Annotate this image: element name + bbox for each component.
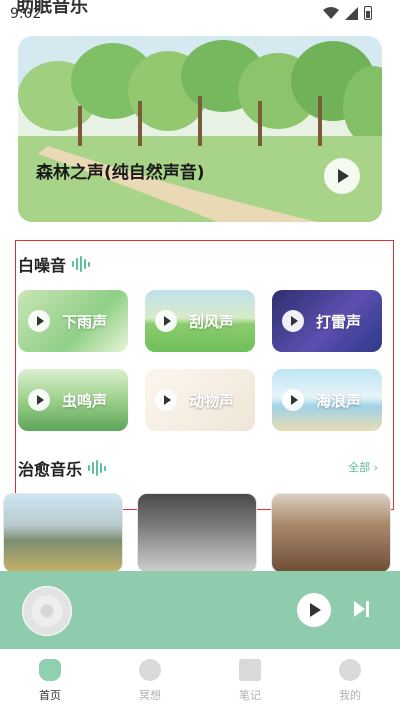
sound-card-waves[interactable]: 海浪声 bbox=[272, 369, 382, 431]
sound-card-label: 动物声 bbox=[189, 392, 235, 410]
hero-banner[interactable]: 森林之声(纯自然声音) bbox=[18, 36, 382, 222]
white-noise-title: 白噪音 bbox=[18, 256, 67, 275]
profile-icon bbox=[339, 659, 361, 681]
battery-icon bbox=[364, 6, 372, 20]
next-track-icon[interactable] bbox=[354, 600, 372, 618]
hero-play-button[interactable] bbox=[324, 158, 360, 194]
sound-card-rain[interactable]: 下雨声 bbox=[18, 290, 128, 352]
notes-icon bbox=[239, 659, 261, 681]
wifi-icon bbox=[323, 7, 339, 19]
sound-card-thunder[interactable]: 打雷声 bbox=[272, 290, 382, 352]
status-bar: 助眠音乐 9:02 bbox=[0, 0, 400, 26]
play-icon[interactable] bbox=[282, 310, 304, 332]
tab-label: 冥想 bbox=[139, 689, 161, 702]
play-icon bbox=[310, 603, 321, 617]
album-disc-icon[interactable] bbox=[22, 586, 72, 636]
music-thumbnail[interactable] bbox=[271, 493, 391, 573]
signal-icon bbox=[345, 6, 358, 20]
tab-label: 笔记 bbox=[239, 689, 261, 702]
healing-music-title: 治愈音乐 bbox=[18, 460, 83, 479]
meditate-icon bbox=[139, 659, 161, 681]
sound-card-label: 海浪声 bbox=[316, 392, 362, 410]
play-icon[interactable] bbox=[155, 389, 177, 411]
section-title-healing-music: 治愈音乐 bbox=[18, 456, 107, 480]
play-icon[interactable] bbox=[28, 310, 50, 332]
tab-mine[interactable]: 我的 bbox=[320, 659, 380, 703]
tab-home[interactable]: 首页 bbox=[20, 659, 80, 703]
sound-card-wind[interactable]: 刮风声 bbox=[145, 290, 255, 352]
home-icon bbox=[39, 659, 61, 681]
player-play-button[interactable] bbox=[297, 593, 331, 627]
bottom-tab-bar: 首页 冥想 笔记 我的 bbox=[0, 649, 400, 711]
sound-card-animals[interactable]: 动物声 bbox=[145, 369, 255, 431]
sound-card-insects[interactable]: 虫鸣声 bbox=[18, 369, 128, 431]
sound-card-label: 刮风声 bbox=[189, 313, 235, 331]
status-time: 9:02 bbox=[10, 6, 42, 22]
sound-card-label: 打雷声 bbox=[316, 313, 362, 331]
play-icon[interactable] bbox=[155, 310, 177, 332]
play-icon[interactable] bbox=[28, 389, 50, 411]
section-title-white-noise: 白噪音 bbox=[18, 252, 91, 276]
forest-illustration bbox=[18, 36, 382, 222]
sound-wave-icon bbox=[72, 256, 91, 272]
sound-card-label: 下雨声 bbox=[62, 313, 108, 331]
tab-meditate[interactable]: 冥想 bbox=[120, 659, 180, 703]
tab-notes[interactable]: 笔记 bbox=[220, 659, 280, 703]
play-icon[interactable] bbox=[282, 389, 304, 411]
tab-label: 首页 bbox=[39, 689, 61, 702]
play-icon bbox=[338, 169, 349, 183]
tab-label: 我的 bbox=[339, 689, 361, 702]
music-thumbnail[interactable] bbox=[3, 493, 123, 573]
hero-title: 森林之声(纯自然声音) bbox=[36, 163, 205, 183]
mini-player bbox=[0, 571, 400, 649]
see-all-link[interactable]: 全部 › bbox=[348, 459, 378, 475]
sound-card-label: 虫鸣声 bbox=[62, 392, 108, 410]
sound-wave-icon bbox=[88, 460, 107, 476]
music-thumbnail[interactable] bbox=[137, 493, 257, 573]
status-icons bbox=[323, 6, 372, 20]
